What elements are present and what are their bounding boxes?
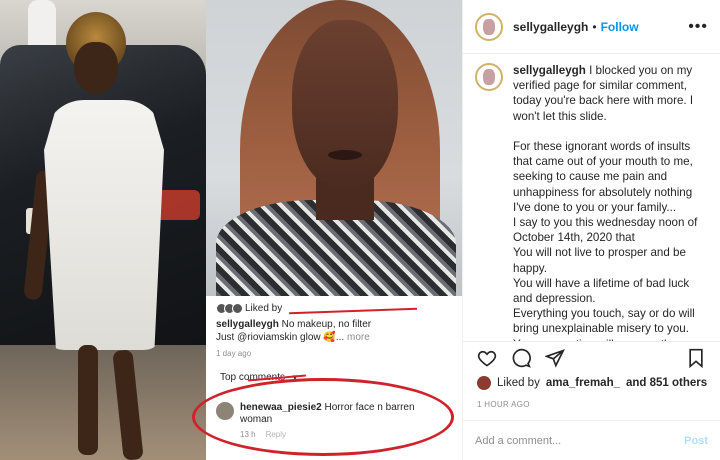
caption-body: I blocked you on my verified page for si… xyxy=(513,64,709,341)
post-info-panel: sellygalleygh • Follow ••• sellygalleygh… xyxy=(462,0,720,460)
heart-icon[interactable] xyxy=(477,348,497,368)
liked-by-others[interactable]: and 851 others xyxy=(626,377,707,389)
screenshot-time: 1 day ago xyxy=(216,349,252,358)
share-icon[interactable] xyxy=(545,348,565,368)
photo-selfie-face xyxy=(292,20,398,190)
screenshot-caption-line2: Just @rioviamskin glow 🥰... xyxy=(216,332,345,343)
caption-text: sellygalleygh I blocked you on my verifi… xyxy=(513,63,710,341)
post-header: sellygalleygh • Follow ••• xyxy=(463,0,720,54)
screenshot-liked-prefix: Liked by xyxy=(245,303,283,314)
photo-selfie xyxy=(206,0,462,296)
redaction-scribble xyxy=(289,302,418,315)
liker-avatar xyxy=(477,376,491,390)
photo-leg xyxy=(78,345,98,455)
likes-summary: Liked by ama_fremah_ and 851 others xyxy=(477,376,707,390)
screenshot-liker-avatars xyxy=(216,303,243,314)
comment-icon[interactable] xyxy=(511,348,531,368)
screenshot-more-link: more xyxy=(346,332,370,343)
post-timestamp: 1 HOUR AGO xyxy=(477,400,530,409)
annotation-circle xyxy=(192,378,454,456)
comment-input[interactable] xyxy=(475,434,685,447)
photo-face xyxy=(74,42,118,94)
liked-by-prefix: Liked by xyxy=(497,377,540,389)
header-username[interactable]: sellygalleygh xyxy=(513,20,588,34)
post-button[interactable]: Post xyxy=(684,435,708,447)
caption-area: sellygalleygh I blocked you on my verifi… xyxy=(463,55,720,341)
photo-woman-white-dress xyxy=(0,0,206,460)
screenshot-caption-line1: No makeup, no filter xyxy=(281,319,372,330)
avatar[interactable] xyxy=(475,63,503,91)
screenshot-username: sellygalleygh xyxy=(216,319,279,330)
post-media[interactable]: Liked by sellygalleygh No makeup, no fil… xyxy=(0,0,462,460)
photo-white-dress xyxy=(44,100,164,350)
comment-form: Post xyxy=(463,420,720,460)
action-bar xyxy=(463,341,720,373)
follow-button[interactable]: Follow xyxy=(601,20,639,34)
photo-selfie-lips xyxy=(328,150,362,160)
bookmark-icon[interactable] xyxy=(686,348,706,368)
separator-dot: • xyxy=(592,19,597,34)
photo-ground xyxy=(0,345,206,460)
screenshot-liked-by: Liked by xyxy=(216,302,452,315)
avatar[interactable] xyxy=(475,12,503,41)
screenshot-caption: Liked by sellygalleygh No makeup, no fil… xyxy=(206,298,462,364)
caption-username[interactable]: sellygalleygh xyxy=(513,64,586,77)
more-options-icon[interactable]: ••• xyxy=(688,18,708,36)
liked-by-user[interactable]: ama_fremah_ xyxy=(546,377,620,389)
